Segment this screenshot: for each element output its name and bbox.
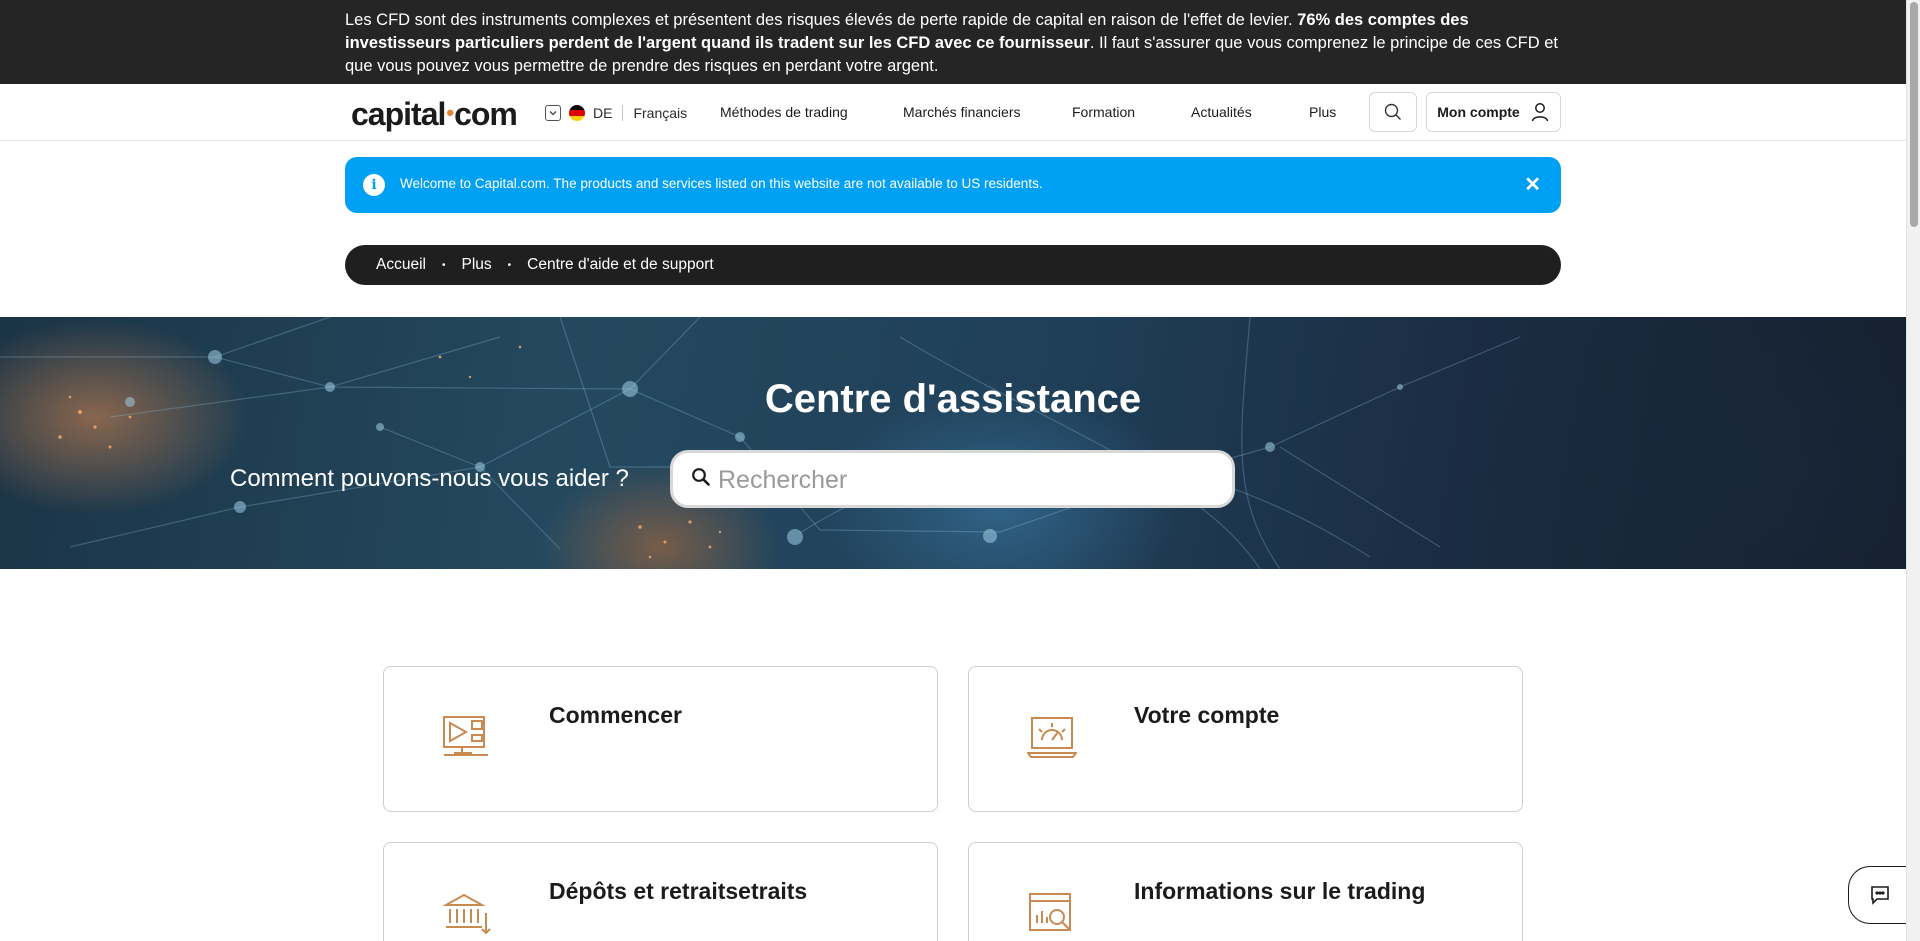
my-account-button[interactable]: Mon compte [1426,92,1561,132]
help-search-box[interactable] [670,450,1235,508]
page-scrollbar[interactable] [1906,0,1920,941]
language-label: Français [633,105,688,121]
welcome-notice: i Welcome to Capital.com. The products a… [345,157,1561,213]
category-card-your-account[interactable]: Votre compte [968,666,1523,812]
risk-text-start: Les CFD sont des instruments complexes e… [345,11,1298,29]
category-card-getting-started[interactable]: Commencer [383,666,938,812]
chat-bubble-icon [1870,886,1889,905]
breadcrumb-separator: • [507,259,512,271]
breadcrumb-home[interactable]: Accueil [376,256,426,274]
breadcrumb-current: Centre d'aide et de support [527,256,714,273]
chevron-down-icon [545,105,561,121]
welcome-message: Welcome to Capital.com. The products and… [400,176,1043,191]
card-title: Dépôts et retraitsetraits [549,878,808,904]
breadcrumb-separator: • [441,259,446,271]
laptop-gauge-icon [1027,717,1077,758]
breadcrumb-more[interactable]: Plus [461,256,491,274]
help-search-input[interactable] [718,465,1198,495]
chat-widget-button[interactable] [1848,866,1910,924]
germany-flag-icon [569,105,585,121]
nav-news[interactable]: Actualités [1191,104,1252,120]
help-prompt: Comment pouvons-nous vous aider ? [230,465,629,492]
language-selector[interactable]: DE Français [545,102,687,124]
card-title: Informations sur le trading [1134,878,1426,904]
chart-magnifier-icon [1029,893,1071,931]
search-icon [692,468,710,486]
video-screen-icon [443,716,488,756]
logo-text-left: capital [351,96,446,132]
nav-education[interactable]: Formation [1072,104,1135,120]
network-background-image [0,317,1521,569]
scrollbar-thumb[interactable] [1910,2,1918,227]
card-title: Commencer [549,702,682,728]
info-icon: i [363,174,385,196]
bank-transfer-icon [442,893,491,935]
logo-text-right: com [454,96,518,132]
search-icon [1384,103,1401,120]
breadcrumb: Accueil • Plus • Centre d'aide et de sup… [345,245,1561,285]
risk-warning-banner: Les CFD sont des instruments complexes e… [0,0,1906,84]
my-account-label: Mon compte [1437,104,1520,120]
country-code: DE [593,105,613,121]
hero-title: Centre d'assistance [764,377,1142,421]
category-card-trading-info[interactable]: Informations sur le trading [968,842,1523,941]
card-title: Votre compte [1134,702,1280,728]
risk-warning-text: Les CFD sont des instruments complexes e… [345,9,1565,78]
header-search-button[interactable] [1369,92,1417,132]
close-icon[interactable]: ✕ [1524,172,1541,197]
capital-com-logo[interactable]: capital•com [351,96,518,133]
site-header: capital•com DE Français Méthodes de trad… [0,84,1906,141]
logo-dot: • [446,100,454,125]
nav-more[interactable]: Plus [1309,104,1336,120]
nav-financial-markets[interactable]: Marchés financiers [903,104,1021,120]
hero-section: Centre d'assistance Comment pouvons-nous… [0,317,1906,569]
language-divider [622,105,624,121]
nav-trading-methods[interactable]: Méthodes de trading [720,104,848,120]
category-card-deposits-withdrawals[interactable]: Dépôts et retraitsetraits [383,842,938,941]
user-icon [1531,103,1548,122]
